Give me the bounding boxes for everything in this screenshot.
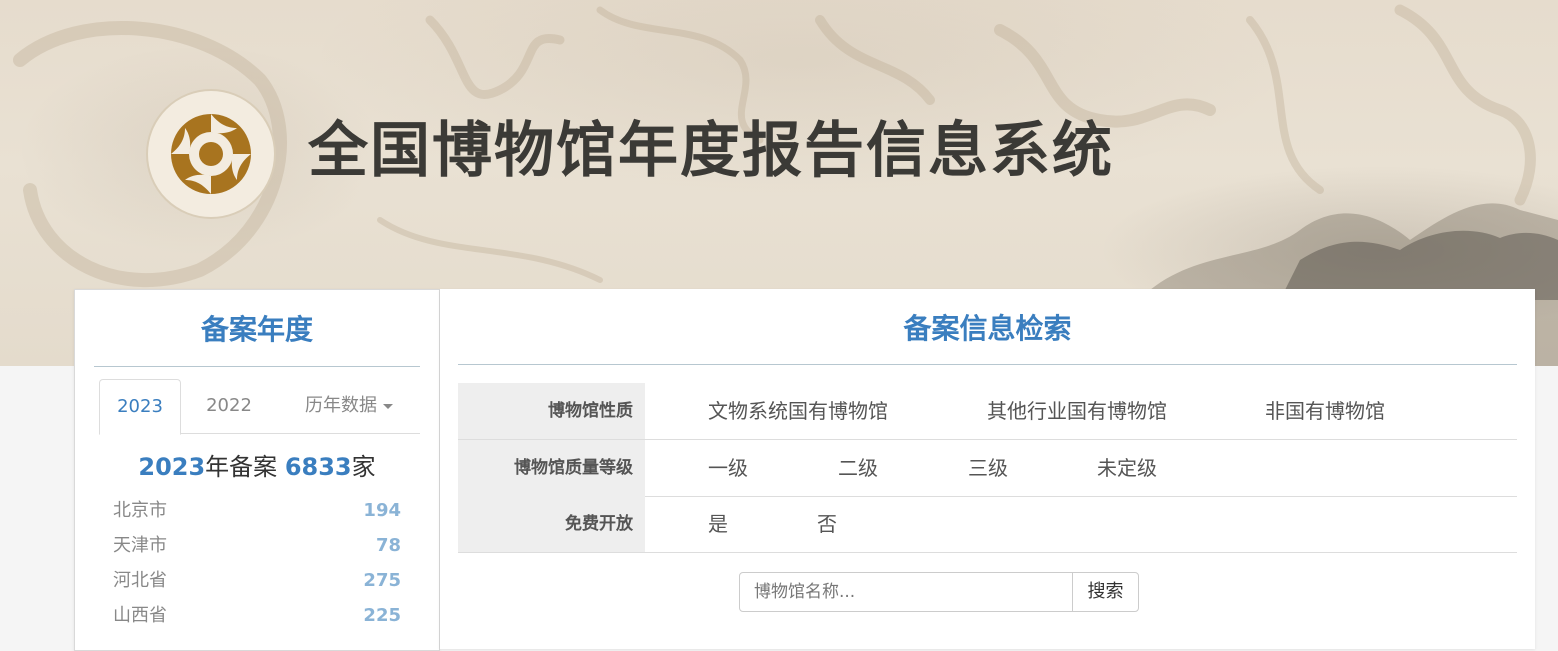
caret-down-icon [383, 403, 393, 409]
search-panel: 备案信息检索 博物馆性质 文物系统国有博物馆 其他行业国有博物馆 非国有博物馆 … [440, 289, 1535, 649]
filter-option[interactable]: 一级 [708, 440, 748, 496]
tab-2022[interactable]: 2022 [189, 379, 269, 433]
divider [94, 366, 420, 367]
filter-option[interactable]: 非国有博物馆 [1265, 383, 1385, 439]
filter-option[interactable]: 否 [817, 496, 837, 552]
filing-year-panel: 备案年度 2023 2022 历年数据 2023年备案 6833家 北京市 19… [74, 289, 440, 651]
filter-option[interactable]: 三级 [968, 440, 1008, 496]
filter-row-quality-grade: 博物馆质量等级 一级 二级 三级 未定级 [458, 440, 1517, 497]
summary-unit: 家 [351, 453, 376, 481]
filter-option[interactable]: 文物系统国有博物馆 [708, 383, 888, 439]
summary-count: 6833 [284, 453, 352, 481]
site-title: 全国博物馆年度报告信息系统 [308, 116, 1114, 186]
province-count: 275 [363, 570, 401, 591]
province-name: 河北省 [113, 570, 167, 591]
filter-option[interactable]: 二级 [838, 440, 878, 496]
province-name: 天津市 [113, 535, 167, 556]
tab-historical-data[interactable]: 历年数据 [284, 379, 414, 433]
search-button[interactable]: 搜索 [1072, 572, 1139, 612]
summary-year: 2023 [138, 453, 206, 481]
filter-row-museum-type: 博物馆性质 文物系统国有博物馆 其他行业国有博物馆 非国有博物馆 [458, 383, 1517, 440]
province-count: 194 [363, 500, 401, 521]
province-name: 北京市 [113, 500, 167, 521]
filter-label: 免费开放 [458, 496, 645, 552]
province-row[interactable]: 北京市 194 [113, 493, 401, 528]
tab-historical-data-label: 历年数据 [305, 395, 377, 416]
year-tabs: 2023 2022 历年数据 [99, 379, 420, 435]
search-panel-title: 备案信息检索 [903, 312, 1072, 345]
province-count: 225 [363, 605, 401, 626]
province-name: 山西省 [113, 605, 167, 626]
filing-year-title: 备案年度 [200, 313, 313, 346]
province-row[interactable]: 山西省 225 [113, 598, 401, 633]
filter-option[interactable]: 是 [708, 496, 728, 552]
divider [458, 364, 1517, 365]
museum-name-search-input[interactable] [739, 572, 1073, 612]
province-row[interactable]: 河北省 275 [113, 563, 401, 598]
province-count: 78 [375, 535, 401, 556]
filter-row-free-admission: 免费开放 是 否 [458, 496, 1517, 553]
filter-label: 博物馆质量等级 [458, 440, 645, 496]
logo-emblem-icon [146, 89, 276, 219]
summary-mid: 年备案 [205, 453, 278, 481]
filter-option[interactable]: 其他行业国有博物馆 [987, 383, 1167, 439]
filter-label: 博物馆性质 [458, 383, 645, 439]
filing-summary: 2023年备案 6833家 [75, 447, 439, 482]
filter-option[interactable]: 未定级 [1097, 440, 1157, 496]
province-row[interactable]: 天津市 78 [113, 528, 401, 563]
tab-2023[interactable]: 2023 [99, 379, 181, 435]
